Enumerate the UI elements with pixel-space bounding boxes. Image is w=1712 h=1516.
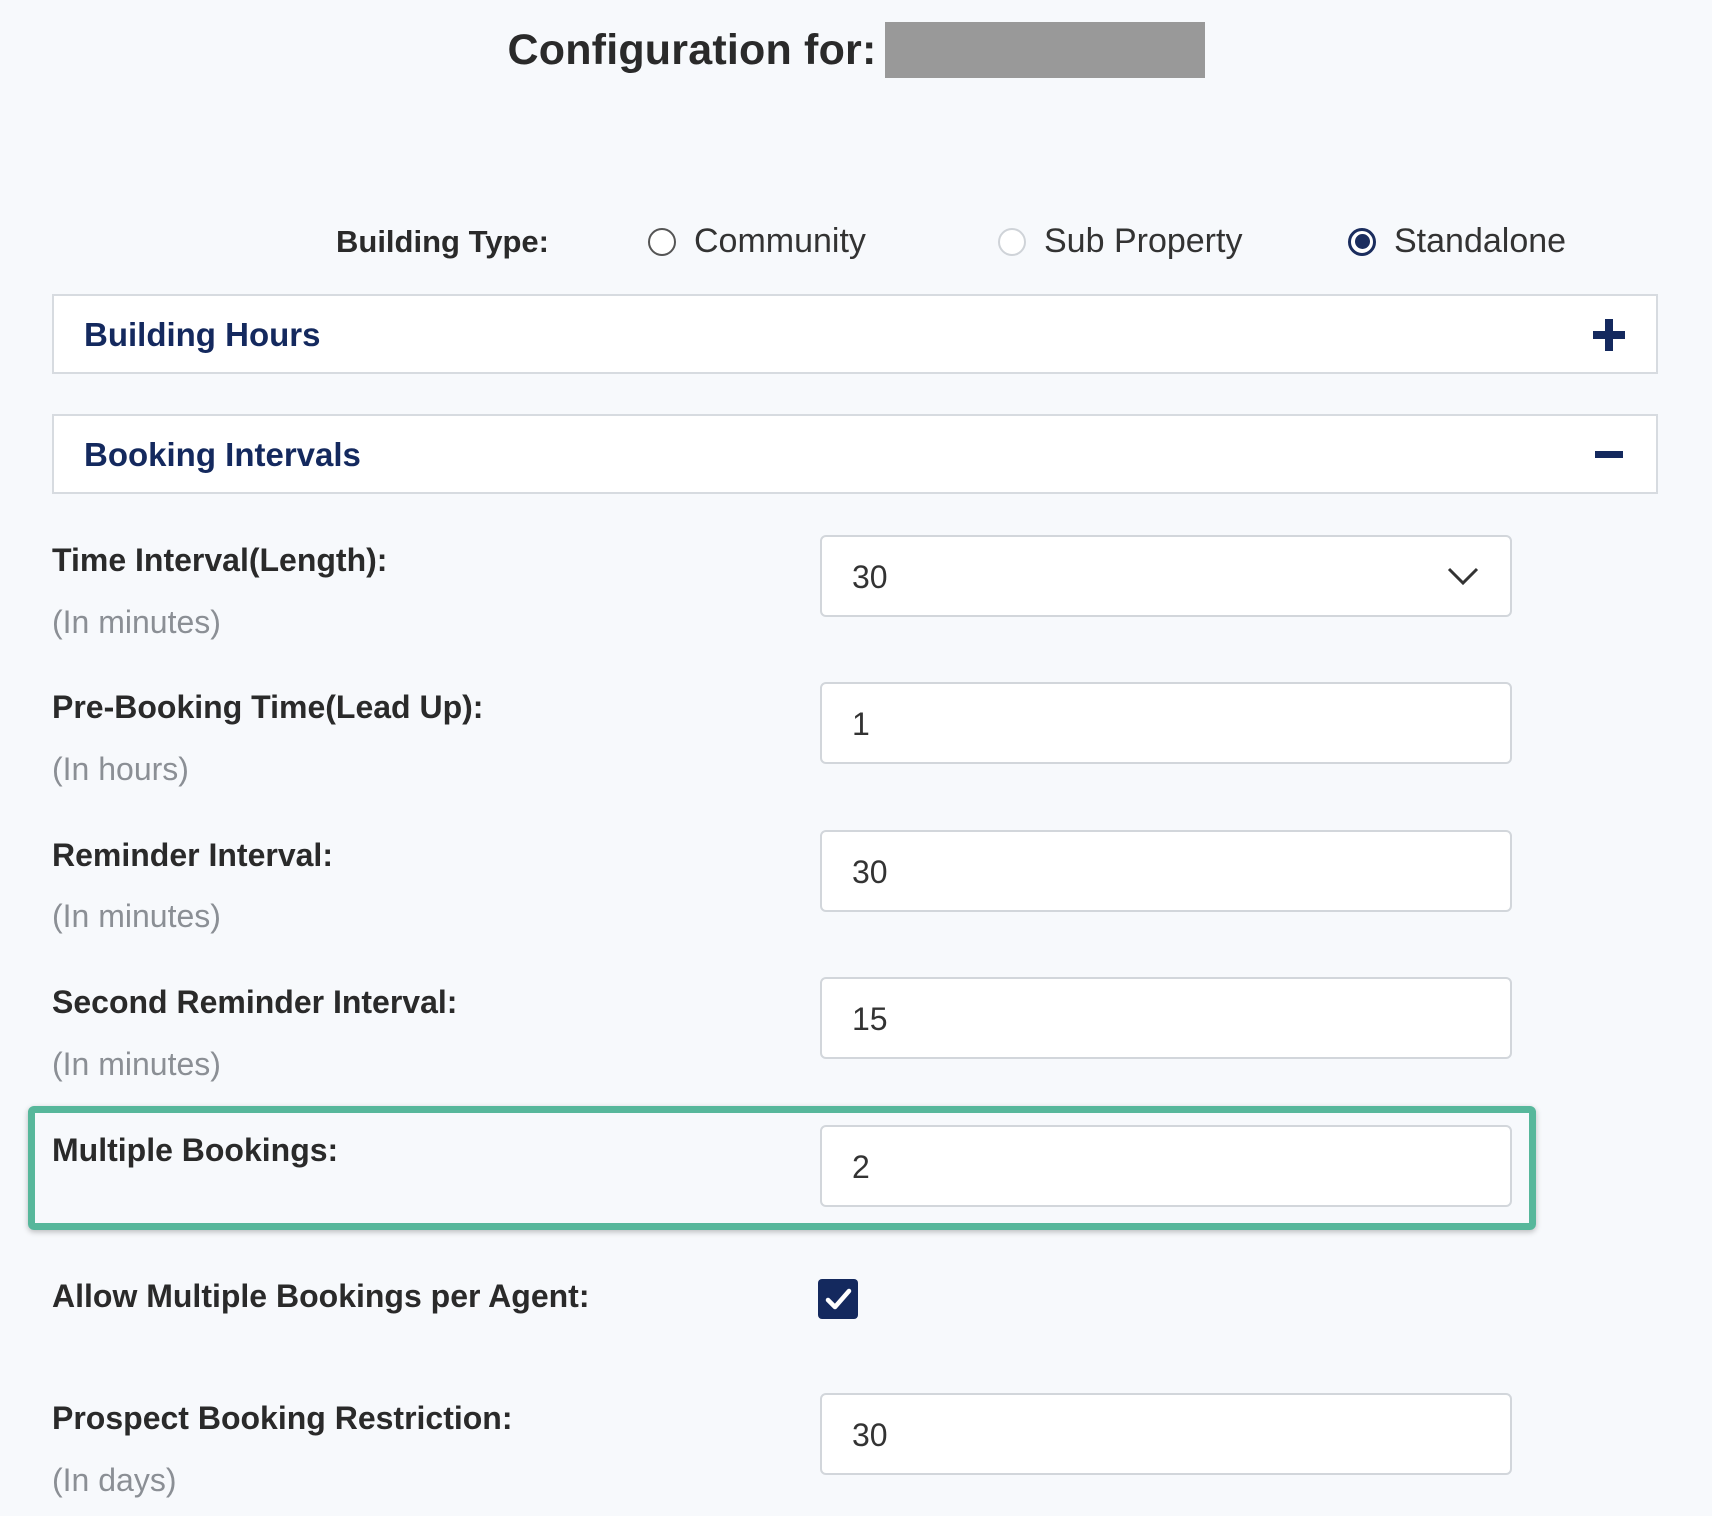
radio-sub-property [998, 227, 1026, 256]
reminder-interval-hint: (In minutes) [52, 898, 221, 934]
checkmark-icon [825, 1288, 852, 1310]
radio-community[interactable] [648, 227, 676, 256]
prospect-restriction-value: 30 [852, 1417, 888, 1453]
accordion-title-booking-intervals: Booking Intervals [84, 436, 361, 473]
second-reminder-label: Second Reminder Interval: [52, 984, 458, 1020]
accordion-building-hours[interactable]: Building Hours [52, 294, 1658, 374]
accordion-booking-intervals[interactable]: Booking Intervals [52, 414, 1658, 494]
pre-booking-label: Pre-Booking Time(Lead Up): [52, 689, 484, 725]
time-interval-select[interactable]: 30 [820, 535, 1512, 617]
multiple-bookings-value: 2 [852, 1149, 870, 1185]
page-header: Configuration for: [0, 22, 1712, 78]
time-interval-label: Time Interval(Length): [52, 542, 388, 578]
reminder-interval-label: Reminder Interval: [52, 837, 333, 873]
redacted-property-name [884, 22, 1205, 78]
radio-label-community: Community [694, 222, 866, 260]
allow-multiple-bookings-label: Allow Multiple Bookings per Agent: [52, 1278, 590, 1314]
building-type-label: Building Type: [336, 224, 549, 259]
accordion-title-building-hours: Building Hours [84, 316, 321, 353]
second-reminder-hint: (In minutes) [52, 1046, 221, 1082]
allow-multiple-bookings-checkbox[interactable] [818, 1279, 858, 1319]
minus-icon[interactable] [1592, 438, 1626, 472]
reminder-interval-input[interactable]: 30 [820, 830, 1512, 912]
time-interval-value: 30 [852, 559, 888, 595]
page-title: Configuration for: [507, 25, 877, 74]
pre-booking-hint: (In hours) [52, 751, 189, 787]
prospect-restriction-hint: (In days) [52, 1462, 177, 1498]
pre-booking-value: 1 [852, 706, 870, 742]
radio-standalone[interactable] [1348, 227, 1376, 256]
radio-option-community[interactable]: Community [648, 222, 866, 261]
radio-option-sub-property: Sub Property [998, 222, 1242, 261]
prospect-restriction-input[interactable]: 30 [820, 1393, 1512, 1475]
second-reminder-value: 15 [852, 1001, 888, 1037]
radio-option-standalone[interactable]: Standalone [1348, 222, 1566, 261]
plus-icon[interactable] [1592, 318, 1626, 352]
prospect-restriction-label: Prospect Booking Restriction: [52, 1400, 513, 1436]
time-interval-hint: (In minutes) [52, 604, 221, 640]
multiple-bookings-label: Multiple Bookings: [52, 1132, 339, 1168]
radio-label-sub-property: Sub Property [1044, 222, 1243, 260]
second-reminder-input[interactable]: 15 [820, 977, 1512, 1059]
chevron-down-icon [1447, 567, 1479, 586]
radio-label-standalone: Standalone [1394, 222, 1567, 260]
reminder-interval-value: 30 [852, 854, 888, 890]
multiple-bookings-input[interactable]: 2 [820, 1125, 1512, 1207]
pre-booking-input[interactable]: 1 [820, 682, 1512, 764]
